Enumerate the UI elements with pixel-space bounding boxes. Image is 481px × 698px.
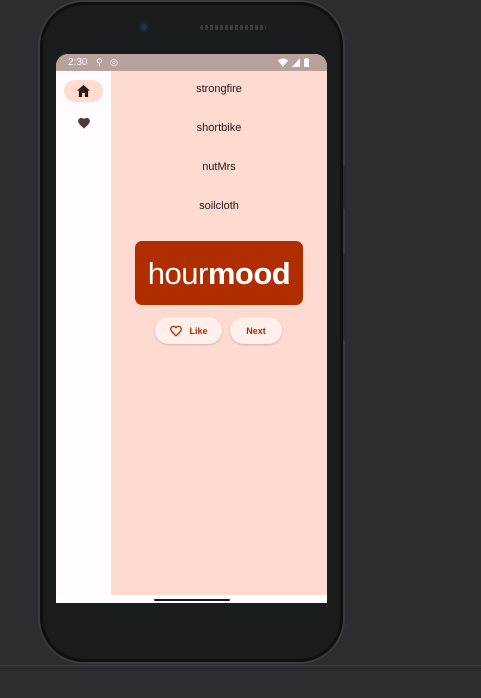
usb-icon: ⚲	[96, 57, 103, 67]
volume-button	[343, 253, 347, 341]
like-button[interactable]: Like	[155, 317, 222, 344]
gesture-navigation-area	[56, 595, 327, 603]
app-screen: 2:30 ⚲ ◎ strongfire shortbike nutMrs soi…	[56, 54, 327, 603]
home-indicator[interactable]	[154, 599, 230, 601]
front-camera	[139, 22, 149, 32]
ide-bottom-strip	[0, 665, 481, 698]
battery-icon	[304, 58, 309, 67]
rail-item-home[interactable]	[64, 80, 103, 102]
list-item: strongfire	[196, 83, 242, 95]
word-pair-first: hour	[147, 255, 209, 291]
signal-icon	[292, 58, 300, 67]
like-button-label: Like	[189, 325, 208, 336]
list-item: shortbike	[196, 122, 242, 134]
favorites-content: strongfire shortbike nutMrs soilcloth ho…	[111, 71, 327, 595]
heart-outline-icon	[170, 325, 183, 337]
word-pair-card: hour mood	[135, 241, 303, 305]
power-button	[343, 165, 347, 209]
speaker-grille	[200, 25, 266, 30]
next-button[interactable]: Next	[230, 317, 282, 344]
list-item: nutMrs	[202, 161, 236, 173]
status-icons	[278, 58, 309, 67]
status-time: 2:30	[68, 57, 88, 68]
wireless-debug-icon: ◎	[110, 57, 118, 67]
heart-icon	[77, 117, 90, 129]
list-item: soilcloth	[199, 200, 239, 212]
status-bar: 2:30 ⚲ ◎	[56, 54, 327, 71]
next-button-label: Next	[246, 325, 266, 336]
wifi-icon	[278, 58, 288, 67]
rail-item-favorites[interactable]	[64, 111, 103, 133]
word-pair-second: mood	[207, 255, 291, 291]
home-icon	[77, 85, 90, 97]
navigation-rail	[56, 71, 111, 595]
